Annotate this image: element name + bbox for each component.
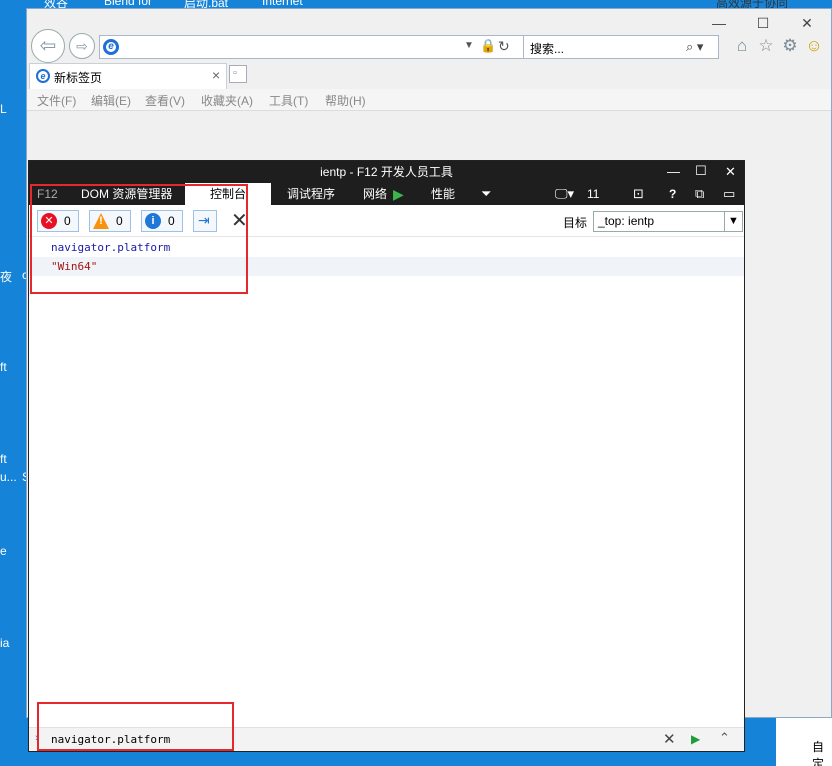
devtools-title: ientp - F12 开发人员工具 — [29, 161, 744, 183]
menu-bar: 文件(F) 编辑(E) 查看(V) 收藏夹(A) 工具(T) 帮助(H) — [27, 89, 831, 111]
desktop-icon-label[interactable]: Blend for — [104, 0, 152, 8]
forward-arrow-icon: ⇨ — [76, 38, 88, 54]
desktop-icon-label[interactable]: 效谷 — [44, 0, 68, 10]
highlight-box — [37, 702, 234, 751]
desktop-icon-label[interactable]: ia — [0, 636, 9, 650]
network-record-icon: ▶ — [393, 186, 404, 202]
menu-help[interactable]: 帮助(H) — [325, 92, 366, 109]
menu-file[interactable]: 文件(F) — [37, 92, 76, 109]
tab-debugger[interactable]: 调试程序 — [287, 183, 335, 205]
home-icon[interactable]: ⌂ — [733, 37, 751, 55]
dock-icon[interactable]: ▭ — [723, 183, 735, 205]
devtools-close-button[interactable]: ✕ — [725, 164, 736, 180]
desktop-icon-label[interactable]: ft — [0, 452, 7, 466]
desktop-icon-label[interactable]: Internet — [262, 0, 303, 8]
more-tabs-icon[interactable]: ⏷ — [481, 183, 491, 205]
desktop-icon-label[interactable]: e — [0, 544, 7, 558]
run-icon[interactable]: ▶ — [691, 732, 700, 746]
menu-edit[interactable]: 编辑(E) — [91, 92, 131, 109]
chevron-down-icon: ▼ — [724, 211, 742, 232]
search-icon[interactable]: ⌕ ▾ — [686, 39, 703, 55]
tab-performance[interactable]: 性能 — [431, 183, 455, 205]
dropdown-icon[interactable]: ▼ — [464, 40, 474, 51]
menu-favorites[interactable]: 收藏夹(A) — [201, 92, 253, 109]
tab-title: 新标签页 — [54, 71, 103, 85]
maximize-button[interactable]: ☐ — [751, 13, 775, 33]
help-icon[interactable]: ? — [669, 183, 676, 205]
favorites-star-icon[interactable]: ☆ — [757, 37, 775, 55]
target-label: 目标 — [563, 216, 588, 230]
address-bar[interactable]: e ▼ 🔒 ↻ — [99, 35, 541, 59]
undock-icon[interactable]: ⧉ — [695, 183, 704, 205]
desktop-icon-label[interactable]: ft — [0, 360, 7, 374]
desktop-icon-label[interactable]: L — [0, 102, 7, 116]
menu-view[interactable]: 查看(V) — [145, 92, 185, 109]
smiley-icon[interactable]: ☺ — [805, 37, 823, 55]
close-button[interactable]: ✕ — [795, 13, 819, 33]
search-input[interactable]: 搜索... — [530, 40, 564, 57]
new-tab-button[interactable]: ▫ — [229, 65, 247, 83]
desktop-icon-label[interactable]: 启动.bat — [184, 0, 228, 10]
emulation-mode-label[interactable]: 11 — [587, 183, 599, 205]
background-window-label: 自定 — [812, 740, 825, 766]
tab-close-icon[interactable]: × — [212, 67, 220, 83]
highlight-box — [30, 184, 248, 294]
devtools-maximize-button[interactable]: ☐ — [695, 163, 707, 179]
forward-button[interactable]: ⇨ — [69, 33, 95, 59]
tab-network[interactable]: 网络 — [363, 183, 387, 205]
back-button[interactable]: ⇦ — [31, 29, 65, 63]
ie-logo-icon: e — [103, 39, 119, 55]
expand-input-icon[interactable]: ⌃ — [719, 730, 730, 746]
ie-logo-icon: e — [36, 69, 50, 83]
minimize-button[interactable]: — — [707, 13, 731, 33]
new-tab-icon: ▫ — [233, 67, 237, 79]
search-box[interactable]: 搜索... ⌕ ▾ — [523, 35, 719, 59]
desktop-icon-label[interactable]: 夜 — [0, 268, 12, 285]
target-select[interactable]: _top: ientp ▼ — [593, 211, 743, 232]
gear-icon[interactable]: ⚙ — [781, 37, 799, 55]
target-select-value: _top: ientp — [598, 214, 655, 228]
console-toggle-icon[interactable]: ⊡ — [633, 183, 644, 205]
desktop-icon-label[interactable]: u... — [0, 470, 17, 484]
clear-input-icon[interactable]: ✕ — [663, 730, 676, 748]
devtools-minimize-button[interactable]: — — [667, 164, 680, 179]
background-window: 自定 — [776, 718, 832, 766]
refresh-icon[interactable]: ↻ — [498, 38, 510, 55]
emulation-icon[interactable]: 🖵▾ — [555, 183, 574, 205]
browser-tab[interactable]: e 新标签页 × — [29, 63, 227, 89]
back-arrow-icon: ⇦ — [39, 35, 57, 57]
lock-icon: 🔒 — [480, 38, 497, 53]
menu-tools[interactable]: 工具(T) — [269, 92, 308, 109]
